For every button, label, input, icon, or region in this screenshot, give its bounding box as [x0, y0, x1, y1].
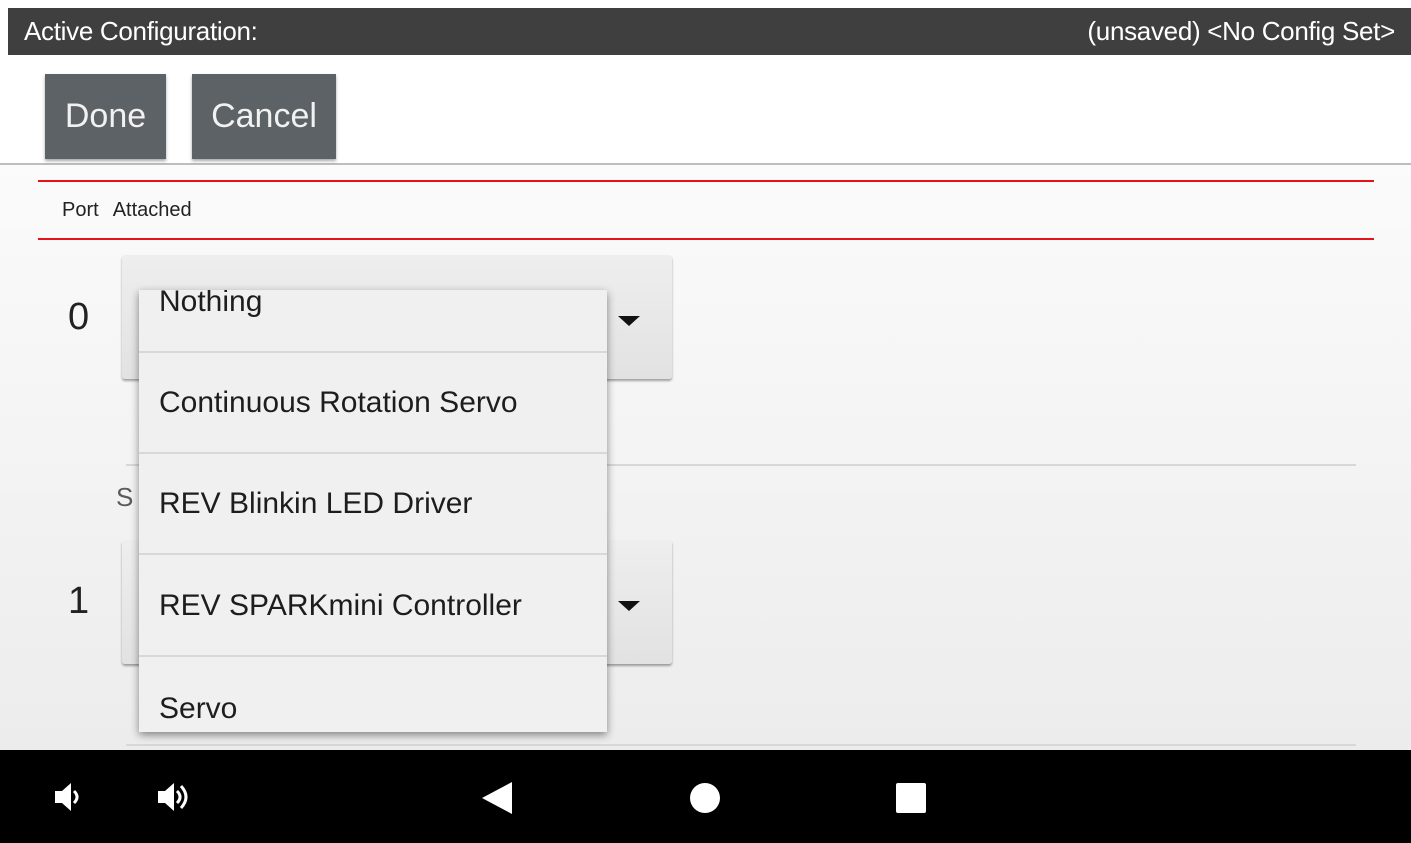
dropdown-arrow-icon — [618, 316, 640, 326]
system-navbar — [0, 750, 1411, 843]
dropdown-option-nothing[interactable]: Nothing — [139, 290, 607, 353]
dropdown-option-servo[interactable]: Servo — [139, 658, 607, 732]
done-button[interactable]: Done — [45, 74, 166, 159]
active-config-bar: Active Configuration: (unsaved) <No Conf… — [8, 8, 1411, 55]
volume-down-icon[interactable] — [55, 782, 81, 812]
toolbar: Done Cancel — [0, 55, 1411, 165]
dropdown-option-continuous-rotation-servo[interactable]: Continuous Rotation Servo — [139, 353, 607, 454]
name-field-underline-1 — [126, 744, 1356, 746]
device-type-dropdown[interactable]: Nothing Continuous Rotation Servo REV Bl… — [139, 290, 607, 732]
volume-up-icon[interactable] — [158, 782, 198, 812]
cancel-button[interactable]: Cancel — [192, 74, 336, 159]
active-config-label: Active Configuration: — [24, 16, 258, 46]
dropdown-option-rev-sparkmini-controller[interactable]: REV SPARKmini Controller — [139, 556, 607, 657]
attached-column-header: Attached — [112, 199, 192, 221]
dropdown-arrow-icon — [618, 601, 640, 611]
header-divider-top — [38, 180, 1374, 182]
name-field-label-0: S — [116, 482, 134, 512]
recents-icon[interactable] — [896, 783, 926, 813]
port-number-0: 0 — [68, 296, 90, 338]
home-icon[interactable] — [690, 783, 720, 813]
back-icon[interactable] — [482, 782, 512, 814]
table-header: Port Attached — [62, 199, 192, 222]
port-column-header: Port — [62, 199, 99, 221]
header-divider-bottom — [38, 238, 1374, 240]
dropdown-option-rev-blinkin-led-driver[interactable]: REV Blinkin LED Driver — [139, 454, 607, 555]
config-status: (unsaved) <No Config Set> — [1087, 16, 1395, 46]
port-number-1: 1 — [68, 580, 90, 622]
